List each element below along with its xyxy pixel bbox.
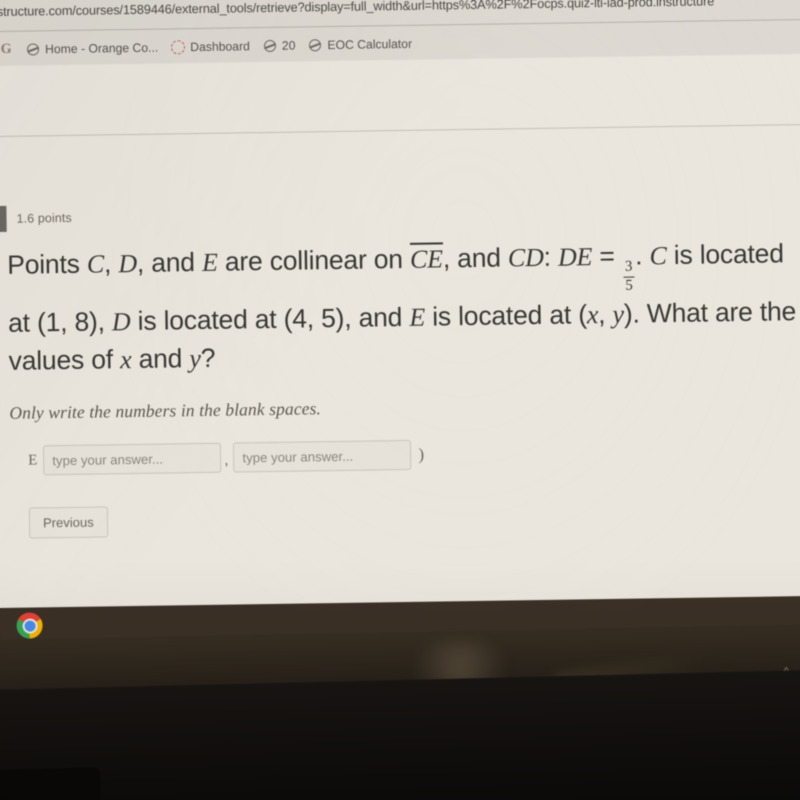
q-var-e: E <box>201 247 218 277</box>
bookmark-label: EOC Calculator <box>327 36 413 52</box>
desk-object <box>0 767 102 800</box>
bookmark-item-20[interactable]: 20 <box>263 38 296 53</box>
question-block: 1.6 points Points C, D, and E are collin… <box>0 194 800 539</box>
q-var-x: x <box>586 299 599 329</box>
q-seg-10: and <box>131 343 190 375</box>
q-seg-2: , and <box>136 246 203 278</box>
quiz-page: 1.6 points Points C, D, and E are collin… <box>0 53 800 651</box>
question-instruction: Only write the numbers in the blank spac… <box>9 398 322 423</box>
q-var-y2: y <box>189 344 201 374</box>
question-text: Points C, D, and E are collinear on CE, … <box>7 234 799 381</box>
q-seg-4: , and <box>442 242 509 274</box>
q-var-x2: x <box>119 345 132 375</box>
globe-icon <box>308 38 322 52</box>
q-var-e2: E <box>409 302 426 332</box>
q-comma-2: , <box>597 298 613 329</box>
q-var-d: D <box>118 248 138 279</box>
answer-input-y[interactable] <box>233 439 412 473</box>
globe-icon <box>26 42 40 56</box>
bookmark-item-home-orange-co[interactable]: Home - Orange Co... <box>26 40 159 57</box>
q-equals: = <box>592 240 623 272</box>
q-fraction-three-fifths: 35 <box>623 258 635 295</box>
q-comma-1: , <box>103 248 119 279</box>
globe-icon <box>263 39 277 53</box>
q-ratio-cd: CD <box>507 242 544 273</box>
content-divider <box>0 123 800 138</box>
q-ratio-de: DE <box>557 242 593 272</box>
q-var-c2: C <box>649 241 667 271</box>
bookmark-item-google[interactable]: G <box>0 41 13 57</box>
answer-row: E , ) <box>28 434 800 476</box>
chrome-icon <box>16 612 43 639</box>
q-seg-7: is located at (4, 5), and <box>130 301 410 336</box>
answer-prefix-label: E <box>28 452 38 469</box>
q-var-y: y <box>612 299 625 329</box>
question-points: 1.6 points <box>16 210 72 226</box>
answer-separator: , <box>224 451 229 469</box>
answer-input-x[interactable] <box>43 442 222 476</box>
computer-screen: s.instructure.com/courses/1589446/extern… <box>0 0 800 651</box>
photo-of-screen: s.instructure.com/courses/1589446/extern… <box>0 0 800 800</box>
question-marker <box>0 205 7 233</box>
previous-button[interactable]: Previous <box>28 506 108 539</box>
fraction-numerator: 3 <box>624 258 633 275</box>
q-segment-ce: CE <box>409 242 444 274</box>
quiz-nav: Previous <box>28 496 800 539</box>
answer-closing-paren: ) <box>418 444 425 464</box>
dashboard-ring-icon <box>171 40 185 54</box>
q-var-c: C <box>86 249 105 279</box>
bookmark-label: Dashboard <box>190 39 250 55</box>
q-seg-1: Points <box>7 248 88 280</box>
bookmark-item-dashboard[interactable]: Dashboard <box>171 39 250 54</box>
address-bar-url[interactable]: s.instructure.com/courses/1589446/extern… <box>0 0 714 19</box>
bookmark-item-eoc-calculator[interactable]: EOC Calculator <box>308 37 412 53</box>
q-colon: : <box>543 241 559 272</box>
q-var-d2: D <box>111 306 131 337</box>
bookmark-label: Home - Orange Co... <box>45 40 159 57</box>
q-seg-5: . <box>634 240 650 271</box>
q-seg-8: is located at ( <box>424 298 588 332</box>
google-g-icon: G <box>0 41 12 57</box>
q-seg-11: ? <box>200 343 216 374</box>
question-body: Points C, D, and E are collinear on CE, … <box>0 220 800 539</box>
bookmark-label: 20 <box>281 38 296 53</box>
fraction-denominator: 5 <box>625 277 633 295</box>
q-seg-3: are collinear on <box>217 243 411 277</box>
desk-surface <box>0 669 800 800</box>
